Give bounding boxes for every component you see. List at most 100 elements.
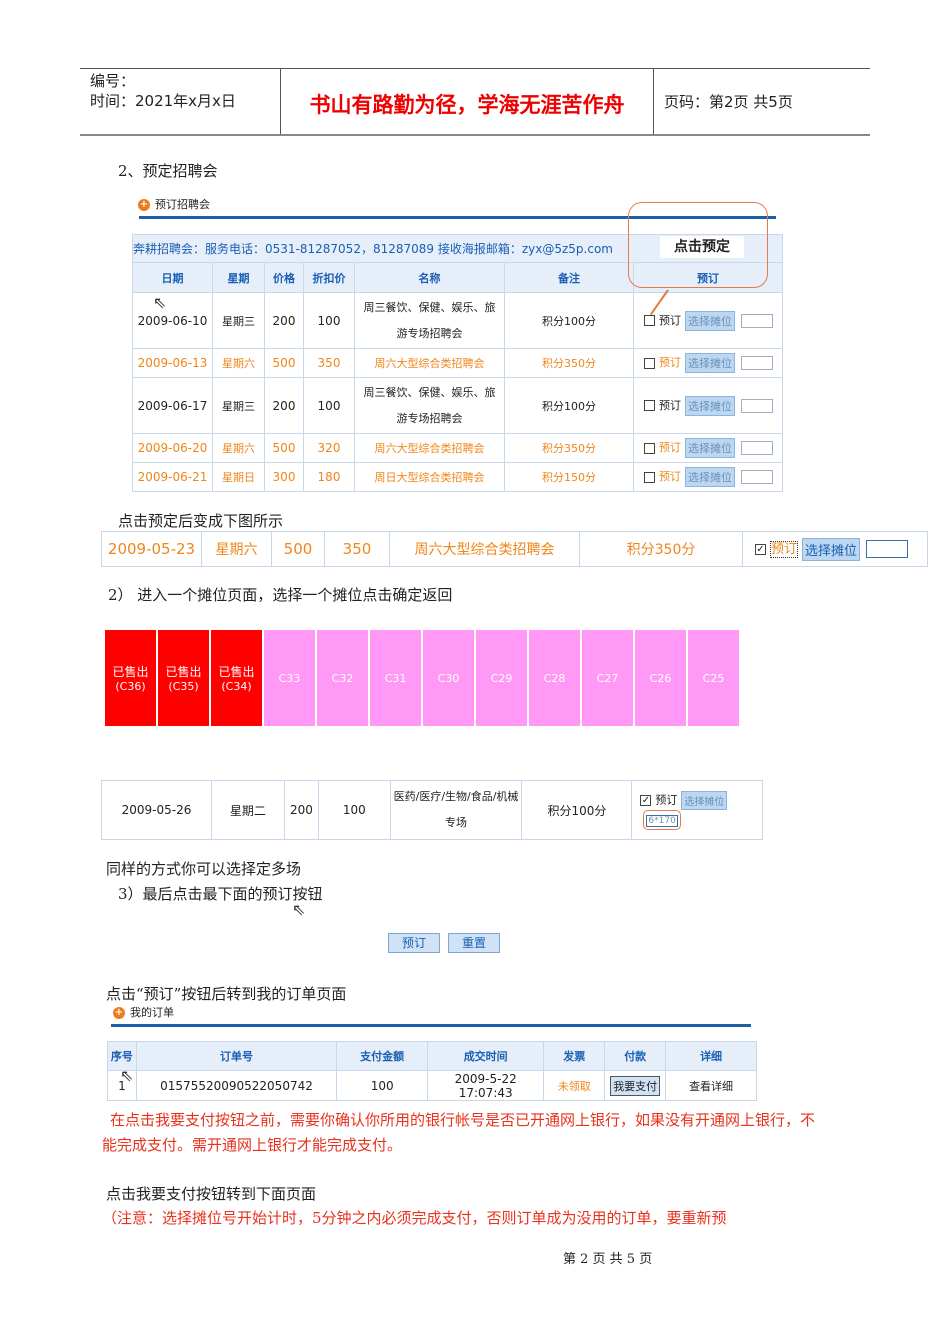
timeout-note: （注意：选择摊位号开始计时，5分钟之内必须完成支付，否则订单成为没用的订单，要重…: [102, 1209, 727, 1227]
booth-available[interactable]: C28: [529, 630, 581, 726]
cell-weekday: 星期六: [212, 433, 265, 463]
booth-available[interactable]: C29: [476, 630, 528, 726]
book-button[interactable]: 预订: [388, 933, 440, 953]
cell-time: 2009-5-22 17:07:43: [427, 1070, 545, 1101]
booth-available[interactable]: C27: [582, 630, 634, 726]
cell-note: 积分100分: [504, 292, 634, 349]
cell-name: 周六大型综合类招聘会: [354, 433, 505, 463]
booth-input[interactable]: [741, 470, 773, 484]
view-detail-link[interactable]: 查看详细: [665, 1070, 757, 1101]
booth-label: C26: [650, 672, 672, 685]
doc-date: 时间：2021年x月x日: [90, 92, 236, 110]
booth-code: C26: [649, 671, 672, 685]
select-booth-button[interactable]: 选择摊位: [802, 537, 861, 561]
plus-circle-icon: +: [113, 1007, 125, 1019]
select-booth-button[interactable]: 选择摊位: [685, 438, 735, 458]
cell-weekday: 星期三: [212, 292, 265, 349]
cell-weekday: 星期六: [201, 531, 272, 567]
column-header: 日期: [132, 262, 213, 293]
booth-code: C32: [331, 671, 354, 685]
page-header: 编号： 时间：2021年x月x日 书山有路勤为径，学海无涯苦作舟 页码：第2页 共…: [80, 68, 870, 136]
booth-label: C31: [385, 672, 407, 685]
booth-code: (C35): [168, 680, 199, 693]
cell-price: 500: [271, 531, 325, 567]
cell-price: 500: [264, 433, 304, 463]
book-cell: 预订 选择摊位: [632, 433, 784, 463]
chosen-row: 2009-05-26 星期二 200 100 医药/医疗/生物/食品/机械专场 …: [101, 780, 763, 840]
booth-input[interactable]: 6*170: [646, 814, 678, 827]
booth-input[interactable]: [866, 540, 909, 558]
cell-discount: 180: [303, 462, 355, 492]
column-header: 订单号: [135, 1041, 338, 1071]
select-booth-button[interactable]: 选择摊位: [681, 790, 728, 810]
select-booth-button[interactable]: 选择摊位: [685, 310, 735, 331]
book-checkbox[interactable]: ✓: [755, 543, 766, 555]
cell-price: 200: [264, 377, 304, 434]
cell-date: 2009-06-21: [132, 462, 213, 492]
book-checkbox[interactable]: [644, 357, 655, 369]
book-cell: 预订 选择摊位: [632, 292, 784, 349]
order-intro: 点击“预订”按钮后转到我的订单页面: [106, 985, 347, 1003]
select-booth-button[interactable]: 选择摊位: [685, 467, 735, 487]
cell-amount: 100: [336, 1070, 429, 1101]
book-label: 预订: [770, 540, 799, 558]
booth-input[interactable]: [741, 313, 773, 328]
booking-panel-title-text: 预订招聘会: [155, 198, 210, 211]
book-checkbox[interactable]: [644, 400, 655, 411]
cell-price: 500: [264, 348, 304, 378]
after-click-row: 2009-05-23 星期六 500 350 周六大型综合类招聘会 积分350分…: [101, 531, 928, 567]
book-checkbox[interactable]: [644, 315, 655, 326]
column-header: 支付金额: [336, 1041, 429, 1071]
cell-date: 2009-06-13: [132, 348, 213, 378]
column-header: 价格: [264, 262, 304, 293]
booth-available[interactable]: C33: [264, 630, 316, 726]
booth-code: C27: [596, 671, 619, 685]
step2-text: 2） 进入一个摊位页面，选择一个摊位点击确定返回: [108, 586, 453, 604]
cell-weekday: 星期三: [212, 377, 265, 434]
cell-date: 2009-05-23: [101, 531, 202, 567]
booth-input[interactable]: [741, 441, 773, 455]
booth-available[interactable]: C26: [635, 630, 687, 726]
select-booth-button[interactable]: 选择摊位: [685, 395, 735, 416]
booth-sold: 已售出 (C34): [211, 630, 263, 726]
cell-note: 积分150分: [504, 462, 634, 492]
booth-status: 已售出: [218, 665, 255, 679]
book-checkbox[interactable]: [644, 442, 655, 454]
booth-label: 已售出 (C34): [218, 663, 254, 693]
cursor-icon: ⇖: [120, 1066, 134, 1085]
column-header: 成交时间: [427, 1041, 545, 1071]
cell-price: 200: [283, 780, 320, 840]
column-header: 付款: [604, 1041, 667, 1071]
orders-table: 序号 订单号 支付金额 成交时间 发票 付款 详细 1 015755200905220507…: [107, 1041, 757, 1101]
book-checkbox[interactable]: [644, 471, 655, 483]
reset-button[interactable]: 重置: [448, 933, 500, 953]
doc-number: 编号：: [90, 72, 136, 90]
motto: 书山有路勤为径，学海无涯苦作舟: [281, 69, 654, 134]
cell-note: 积分350分: [504, 348, 634, 378]
book-label: 预订: [659, 398, 681, 412]
cell-name: 周三餐饮、保健、娱乐、旅游专场招聘会: [354, 292, 505, 349]
booth-available[interactable]: C25: [688, 630, 740, 726]
cell-invoice: 未领取: [543, 1070, 606, 1101]
select-booth-button[interactable]: 选择摊位: [685, 353, 735, 373]
booth-label: C32: [332, 672, 354, 685]
booth-sold: 已售出 (C35): [158, 630, 210, 726]
booth-available[interactable]: C32: [317, 630, 369, 726]
pay-button[interactable]: 我要支付: [610, 1075, 661, 1096]
booth-sold: 已售出 (C36): [105, 630, 157, 726]
booth-input[interactable]: [741, 356, 773, 370]
cell-name: 医药/医疗/生物/食品/机械专场: [389, 780, 523, 840]
booth-label: C28: [544, 672, 566, 685]
booth-label: 已售出 (C36): [112, 663, 148, 693]
booth-input[interactable]: [741, 398, 773, 413]
plus-circle-icon: +: [138, 199, 150, 211]
booth-code: (C36): [115, 680, 146, 693]
table-row: 2009-06-17 星期三 200 100 周三餐饮、保健、娱乐、旅游专场招聘会 积分1…: [132, 377, 784, 434]
booth-available[interactable]: C31: [370, 630, 422, 726]
column-header: 发票: [543, 1041, 606, 1071]
book-checkbox[interactable]: ✓: [640, 794, 652, 806]
booth-available[interactable]: C30: [423, 630, 475, 726]
section-title: 2、预定招聘会: [118, 162, 218, 180]
cell-discount: 100: [303, 377, 355, 434]
booth-label: C29: [491, 672, 513, 685]
